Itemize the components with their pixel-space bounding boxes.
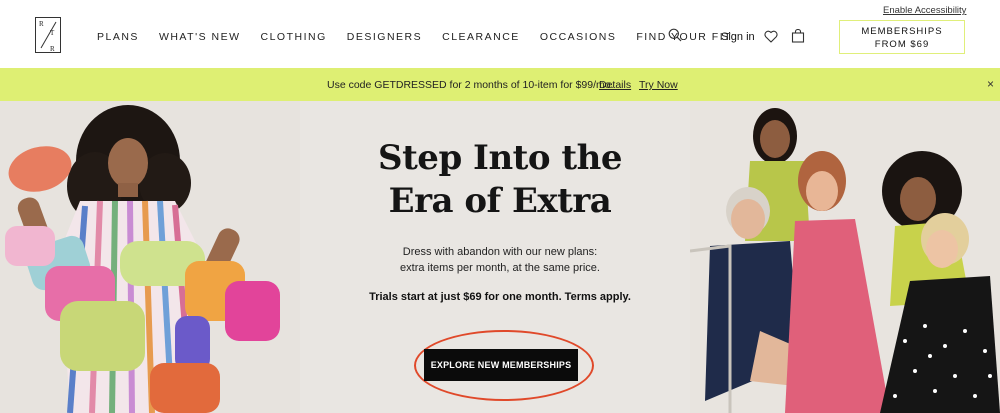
explore-memberships-button[interactable]: EXPLORE NEW MEMBERSHIPS xyxy=(424,349,578,381)
hero-title: Step Into the Era of Extra xyxy=(320,137,680,223)
search-icon[interactable] xyxy=(668,28,682,42)
sign-in-link[interactable]: Sign in xyxy=(721,31,755,43)
logo-letter: R xyxy=(50,45,55,53)
nav-item-whats-new[interactable]: WHAT'S NEW xyxy=(159,31,241,43)
bag-icon[interactable] xyxy=(791,29,805,43)
hero-trial-text: Trials start at just $69 for one month. … xyxy=(369,291,631,303)
hero-image-left xyxy=(0,101,300,413)
main-nav: PLANS WHAT'S NEW CLOTHING DESIGNERS CLEA… xyxy=(97,31,752,43)
promo-try-now-link[interactable]: Try Now xyxy=(639,79,678,91)
promo-text: Use code GETDRESSED for 2 months of 10-i… xyxy=(327,79,614,91)
memberships-button-label: MEMBERSHIPS xyxy=(861,26,943,37)
hero-section: Step Into the Era of Extra Dress with ab… xyxy=(0,101,1000,413)
nav-item-clothing[interactable]: CLOTHING xyxy=(261,31,327,43)
site-header: R T R PLANS WHAT'S NEW CLOTHING DESIGNER… xyxy=(0,0,1000,68)
nav-item-find-your-fit[interactable]: FIND YOUR FIT xyxy=(636,31,732,43)
promo-details-link[interactable]: Details xyxy=(599,79,631,91)
nav-item-designers[interactable]: DESIGNERS xyxy=(347,31,422,43)
hero-subtitle: Dress with abandon with our new plans: e… xyxy=(370,244,630,276)
hero-subtitle-line: extra items per month, at the same price… xyxy=(400,262,600,274)
memberships-button[interactable]: MEMBERSHIPS FROM $69 xyxy=(839,20,965,54)
logo[interactable]: R T R xyxy=(35,17,61,53)
logo-letter: R xyxy=(39,20,44,28)
heart-icon[interactable] xyxy=(764,30,778,43)
close-icon[interactable]: × xyxy=(987,77,994,91)
hero-image-right xyxy=(690,101,1000,413)
nav-item-occasions[interactable]: OCCASIONS xyxy=(540,31,617,43)
nav-item-plans[interactable]: PLANS xyxy=(97,31,139,43)
promo-banner: Use code GETDRESSED for 2 months of 10-i… xyxy=(0,68,1000,101)
hero-subtitle-line: Dress with abandon with our new plans: xyxy=(402,246,598,258)
hero-title-line: Era of Extra xyxy=(388,181,612,221)
hero-title-line: Step Into the xyxy=(378,138,622,178)
enable-accessibility-link[interactable]: Enable Accessibility xyxy=(883,5,966,16)
memberships-button-price: FROM $69 xyxy=(874,39,930,50)
nav-item-clearance[interactable]: CLEARANCE xyxy=(442,31,520,43)
